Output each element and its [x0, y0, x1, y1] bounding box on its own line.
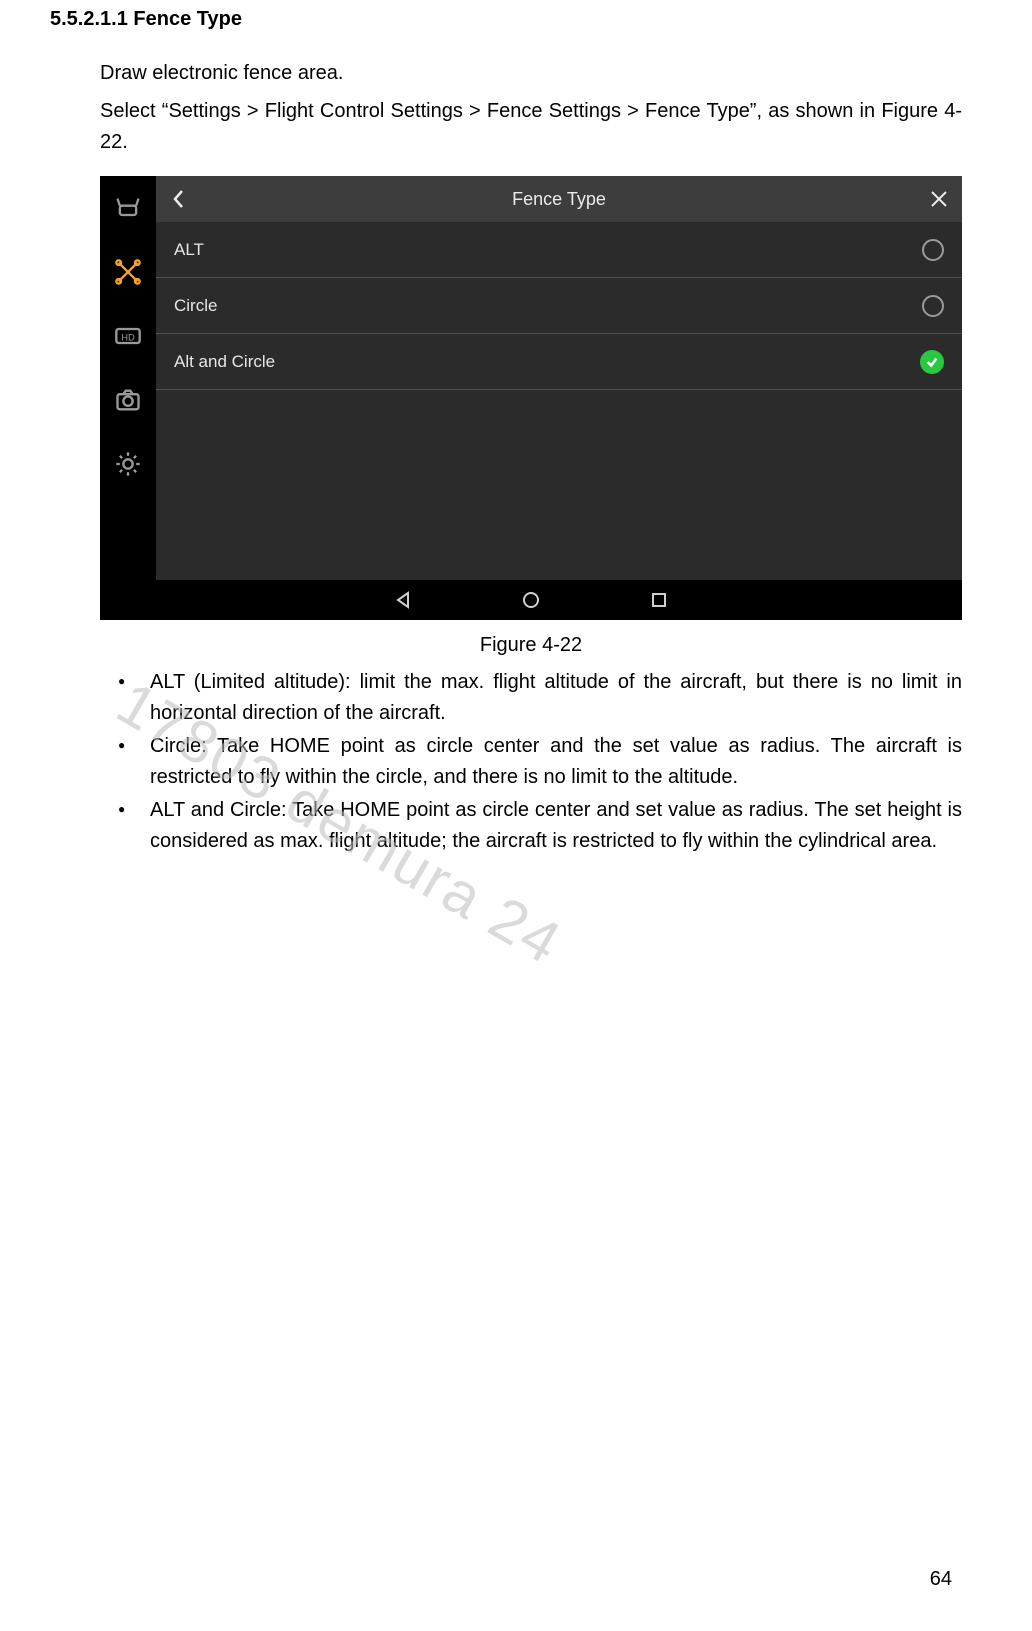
- nav-back-icon[interactable]: [394, 591, 412, 609]
- list-item: ALT and Circle: Take HOME point as circl…: [118, 795, 962, 857]
- empty-area: [156, 390, 962, 580]
- bullet-list: ALT (Limited altitude): limit the max. f…: [118, 667, 962, 857]
- list-item: ALT (Limited altitude): limit the max. f…: [118, 667, 962, 729]
- hd-icon: HD: [114, 322, 142, 350]
- list-item: Circle: Take HOME point as circle center…: [118, 731, 962, 793]
- nav-home-icon[interactable]: [522, 591, 540, 609]
- svg-text:HD: HD: [121, 333, 135, 343]
- page-number: 64: [930, 1568, 952, 1591]
- chevron-left-icon: [172, 189, 186, 209]
- gear-icon: [114, 450, 142, 478]
- option-label: ALT: [174, 240, 204, 260]
- remote-icon: [114, 194, 142, 222]
- screen-title: Fence Type: [512, 189, 606, 210]
- option-row-alt-and-circle[interactable]: Alt and Circle: [156, 334, 962, 390]
- close-icon: [930, 190, 948, 208]
- radio-selected-icon: [920, 350, 944, 374]
- option-label: Alt and Circle: [174, 352, 275, 372]
- option-row-alt[interactable]: ALT: [156, 222, 962, 278]
- app-sidebar: HD: [100, 176, 156, 580]
- radio-unselected-icon: [922, 239, 944, 261]
- section-heading: 5.5.2.1.1 Fence Type: [50, 8, 962, 31]
- app-screenshot: HD Fence Type: [100, 176, 962, 620]
- titlebar: Fence Type: [156, 176, 962, 222]
- option-label: Circle: [174, 296, 217, 316]
- radio-unselected-icon: [922, 295, 944, 317]
- figure-container: HD Fence Type: [100, 176, 962, 657]
- nav-instruction: Select “Settings > Flight Control Settin…: [100, 96, 962, 158]
- options-list: ALT Circle Alt and Circle: [156, 222, 962, 390]
- close-button[interactable]: [916, 176, 962, 222]
- option-row-circle[interactable]: Circle: [156, 278, 962, 334]
- figure-caption: Figure 4-22: [100, 634, 962, 657]
- camera-icon: [114, 386, 142, 414]
- back-button[interactable]: [156, 176, 202, 222]
- android-navbar: [100, 580, 962, 620]
- intro-text: Draw electronic fence area.: [100, 59, 962, 88]
- nav-recent-icon[interactable]: [650, 591, 668, 609]
- drone-icon: [114, 258, 142, 286]
